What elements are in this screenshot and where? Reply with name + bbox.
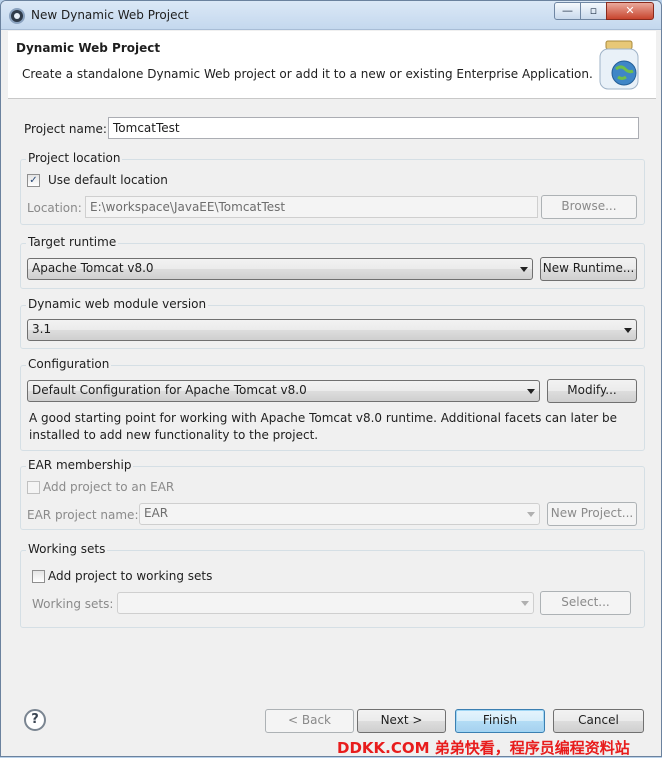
module-version-select[interactable]: 3.1: [27, 319, 637, 341]
configuration-select[interactable]: Default Configuration for Apache Tomcat …: [27, 380, 540, 402]
add-to-working-sets-checkbox[interactable]: [32, 570, 45, 583]
configuration-selected: Default Configuration for Apache Tomcat …: [32, 383, 307, 397]
wizard-description: Create a standalone Dynamic Web project …: [22, 67, 593, 81]
configuration-description-line2: installed to add new functionality to th…: [29, 428, 319, 442]
project-name-label: Project name:: [24, 122, 107, 136]
dialog-window: New Dynamic Web Project — ▫ ✕ Dynamic We…: [0, 0, 662, 757]
add-to-working-sets-label: Add project to working sets: [48, 569, 213, 583]
use-default-location-label: Use default location: [48, 173, 168, 187]
add-to-ear-checkbox[interactable]: [27, 481, 40, 494]
new-ear-project-button[interactable]: New Project...: [547, 502, 637, 526]
wizard-title: Dynamic Web Project: [16, 41, 161, 55]
chevron-down-icon: [520, 267, 528, 272]
working-sets-label: Working sets:: [32, 597, 114, 611]
browse-button[interactable]: Browse...: [541, 195, 637, 219]
chevron-down-icon: [624, 328, 632, 333]
finish-button[interactable]: Finish: [455, 709, 545, 733]
ear-membership-heading: EAR membership: [26, 458, 134, 472]
project-location-heading: Project location: [26, 151, 123, 165]
ear-project-name-label: EAR project name:: [27, 508, 139, 522]
working-sets-heading: Working sets: [26, 542, 108, 556]
location-input[interactable]: E:\workspace\JavaEE\TomcatTest: [85, 196, 538, 218]
module-version-selected: 3.1: [32, 322, 52, 336]
location-label: Location:: [27, 201, 82, 215]
ear-project-name-select[interactable]: EAR: [139, 503, 540, 525]
wizard-banner: Dynamic Web Project Create a standalone …: [8, 31, 656, 99]
select-working-sets-button[interactable]: Select...: [540, 591, 631, 615]
watermark-text: DDKK.COM 弟弟快看，程序员编程资料站: [337, 739, 630, 757]
chevron-down-icon: [527, 512, 535, 517]
target-runtime-select[interactable]: Apache Tomcat v8.0: [27, 258, 533, 280]
chevron-down-icon: [527, 389, 535, 394]
cancel-button[interactable]: Cancel: [553, 709, 644, 733]
add-to-ear-label: Add project to an EAR: [43, 480, 175, 494]
working-sets-select[interactable]: [117, 592, 534, 614]
target-runtime-selected: Apache Tomcat v8.0: [32, 261, 154, 275]
chevron-down-icon: [521, 601, 529, 606]
wizard-content: Project name: TomcatTest Project locatio…: [8, 100, 656, 698]
maximize-button[interactable]: ▫: [580, 2, 607, 20]
configuration-heading: Configuration: [26, 357, 112, 371]
new-runtime-button[interactable]: New Runtime...: [540, 257, 637, 281]
back-button[interactable]: < Back: [265, 709, 354, 733]
title-bar: New Dynamic Web Project — ▫ ✕: [1, 1, 661, 30]
module-version-heading: Dynamic web module version: [26, 297, 209, 311]
configuration-description-line1: A good starting point for working with A…: [29, 411, 618, 425]
minimize-button[interactable]: —: [554, 2, 581, 20]
window-title: New Dynamic Web Project: [31, 8, 189, 22]
eclipse-icon: [9, 8, 25, 24]
close-button[interactable]: ✕: [606, 2, 654, 20]
use-default-location-checkbox[interactable]: ✓: [27, 174, 40, 187]
help-icon[interactable]: ?: [24, 709, 46, 731]
working-sets-group: [20, 550, 645, 628]
next-button[interactable]: Next >: [357, 709, 446, 733]
ear-project-name-value: EAR: [144, 506, 169, 520]
project-name-input[interactable]: TomcatTest: [108, 117, 639, 139]
target-runtime-heading: Target runtime: [26, 235, 119, 249]
modify-button[interactable]: Modify...: [547, 379, 637, 403]
web-project-jar-icon: [599, 40, 639, 90]
